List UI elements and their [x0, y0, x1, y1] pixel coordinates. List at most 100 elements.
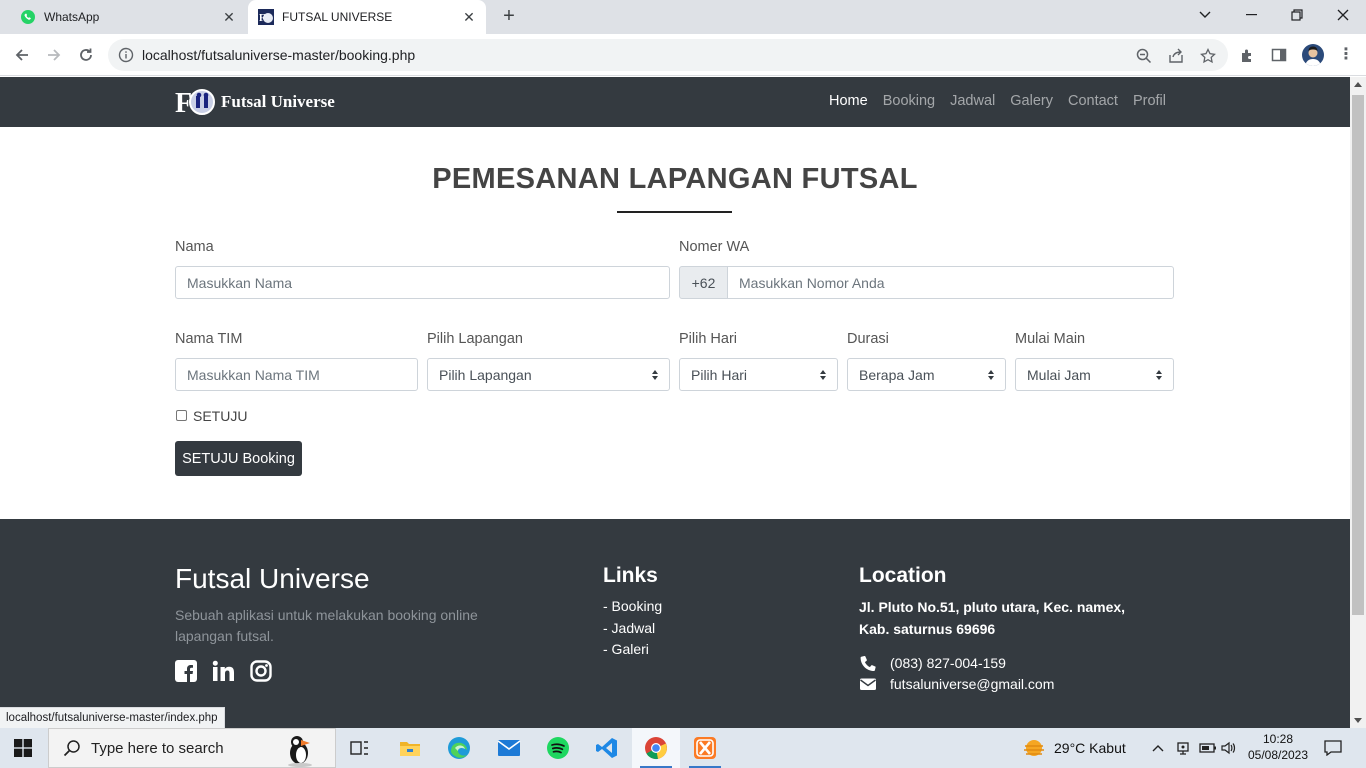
edge-icon[interactable]	[435, 728, 483, 768]
select-caret-icon	[1156, 370, 1162, 380]
back-icon[interactable]	[10, 43, 34, 67]
tab-futsal-universe[interactable]: F FUTSAL UNIVERSE ✕	[248, 0, 486, 34]
weather-icon	[1024, 740, 1044, 756]
footer-email: futsaluniverse@gmail.com	[859, 676, 1054, 692]
facebook-icon[interactable]	[175, 660, 197, 682]
hari-select[interactable]: Pilih Hari	[679, 358, 838, 391]
wa-input[interactable]: Masukkan Nomor Anda	[727, 266, 1174, 299]
futsal-logo-icon: F	[258, 9, 274, 25]
tab-title: FUTSAL UNIVERSE	[282, 10, 393, 24]
minimize-button[interactable]	[1228, 0, 1274, 30]
extensions-icon[interactable]	[1238, 46, 1256, 64]
tim-input[interactable]: Masukkan Nama TIM	[175, 358, 418, 391]
forward-icon[interactable]	[42, 43, 66, 67]
nav-booking[interactable]: Booking	[883, 93, 935, 109]
links-heading: Links	[603, 564, 658, 587]
footer-link-jadwal[interactable]: - Jadwal	[603, 620, 655, 636]
page-scrollbar[interactable]	[1350, 77, 1366, 728]
system-clock[interactable]: 10:28 05/08/2023	[1240, 731, 1316, 763]
restore-button[interactable]	[1274, 0, 1320, 30]
select-caret-icon	[652, 370, 658, 380]
durasi-select[interactable]: Berapa Jam	[847, 358, 1006, 391]
futsal-logo-icon: F	[175, 88, 215, 116]
footer-phone: (083) 827-004-159	[859, 655, 1006, 671]
lapangan-select[interactable]: Pilih Lapangan	[427, 358, 670, 391]
nama-input[interactable]: Masukkan Nama	[175, 266, 670, 299]
spotify-icon[interactable]	[534, 728, 582, 768]
scrollbar-thumb[interactable]	[1352, 95, 1364, 615]
more-menu-icon[interactable]: ⋮	[1338, 45, 1354, 65]
wa-label: Nomer WA	[679, 239, 750, 255]
chrome-icon[interactable]	[632, 728, 680, 768]
volume-icon[interactable]	[1221, 728, 1237, 768]
phone-text: (083) 827-004-159	[890, 655, 1006, 671]
footer-link-booking[interactable]: - Booking	[603, 598, 662, 614]
file-explorer-icon[interactable]	[386, 728, 434, 768]
battery-icon[interactable]	[1199, 728, 1217, 768]
nav-contact[interactable]: Contact	[1068, 93, 1118, 109]
lapangan-value: Pilih Lapangan	[439, 366, 532, 383]
footer-description: Sebuah aplikasi untuk melakukan booking …	[175, 607, 478, 644]
share-icon[interactable]	[1167, 47, 1185, 65]
submit-booking-button[interactable]: SETUJU Booking	[175, 441, 302, 476]
notifications-icon[interactable]	[1324, 728, 1342, 768]
brand-name: Futsal Universe	[221, 92, 335, 111]
task-view-icon[interactable]	[336, 728, 384, 768]
show-hidden-icons[interactable]	[1152, 728, 1164, 768]
whatsapp-icon	[20, 9, 36, 25]
scroll-down-icon[interactable]	[1354, 718, 1362, 723]
info-icon[interactable]	[118, 47, 134, 63]
omnibox[interactable]: localhost/futsaluniverse-master/booking.…	[108, 39, 1228, 71]
site-brand[interactable]: F Futsal Universe	[175, 88, 335, 116]
hari-label: Pilih Hari	[679, 331, 738, 347]
new-tab-button[interactable]: +	[498, 6, 520, 28]
windows-taskbar: Type here to search 29°C Kabut 10:28 05/…	[0, 728, 1366, 768]
mulai-select[interactable]: Mulai Jam	[1015, 358, 1174, 391]
close-window-button[interactable]	[1320, 0, 1366, 30]
page-title: PEMESANAN LAPANGAN FUTSAL	[432, 163, 918, 195]
tab-whatsapp[interactable]: WhatsApp ✕	[8, 0, 246, 34]
tim-label: Nama TIM	[175, 331, 243, 347]
mulai-value: Mulai Jam	[1027, 366, 1091, 383]
site-navbar: F Futsal Universe Home Booking Jadwal Ga…	[0, 77, 1350, 127]
wa-prefix: +62	[679, 266, 728, 299]
close-icon[interactable]: ✕	[462, 10, 476, 24]
durasi-value: Berapa Jam	[859, 366, 935, 383]
nav-jadwal[interactable]: Jadwal	[950, 93, 995, 109]
title-divider	[617, 211, 732, 213]
taskbar-search[interactable]: Type here to search	[48, 728, 336, 768]
reload-icon[interactable]	[74, 43, 98, 67]
email-text: futsaluniverse@gmail.com	[890, 676, 1055, 692]
scroll-up-icon[interactable]	[1354, 82, 1362, 87]
nav-galery[interactable]: Galery	[1010, 93, 1053, 109]
address-bar: localhost/futsaluniverse-master/booking.…	[0, 34, 1366, 76]
tab-search-icon[interactable]	[1182, 0, 1228, 30]
nav-home[interactable]: Home	[829, 93, 868, 109]
instagram-icon[interactable]	[250, 660, 272, 682]
bookmark-star-icon[interactable]	[1199, 47, 1217, 65]
weather-widget[interactable]: 29°C Kabut	[1022, 728, 1126, 768]
footer-link-galeri[interactable]: - Galeri	[603, 641, 649, 657]
agree-label[interactable]: SETUJU	[193, 408, 247, 424]
clock-date: 05/08/2023	[1247, 748, 1309, 762]
windows-start-icon[interactable]	[14, 739, 32, 757]
clock-time: 10:28	[1262, 732, 1294, 746]
tab-title: WhatsApp	[44, 10, 100, 24]
hari-value: Pilih Hari	[691, 366, 748, 383]
agree-checkbox[interactable]	[176, 410, 187, 421]
zoom-icon[interactable]	[1135, 47, 1153, 65]
profile-avatar[interactable]	[1302, 44, 1324, 66]
close-icon[interactable]: ✕	[222, 10, 236, 24]
side-panel-icon[interactable]	[1270, 46, 1288, 64]
linkedin-icon[interactable]	[212, 660, 234, 682]
mulai-label: Mulai Main	[1015, 331, 1086, 347]
search-icon	[63, 740, 80, 757]
envelope-icon	[860, 678, 876, 690]
browser-tab-bar: WhatsApp ✕ F FUTSAL UNIVERSE ✕ +	[0, 0, 1366, 34]
location-heading: Location	[859, 564, 947, 587]
nav-profil[interactable]: Profil	[1133, 93, 1166, 109]
xampp-icon[interactable]	[681, 728, 729, 768]
network-icon[interactable]	[1176, 728, 1190, 768]
mail-icon[interactable]	[485, 728, 533, 768]
vscode-icon[interactable]	[583, 728, 631, 768]
